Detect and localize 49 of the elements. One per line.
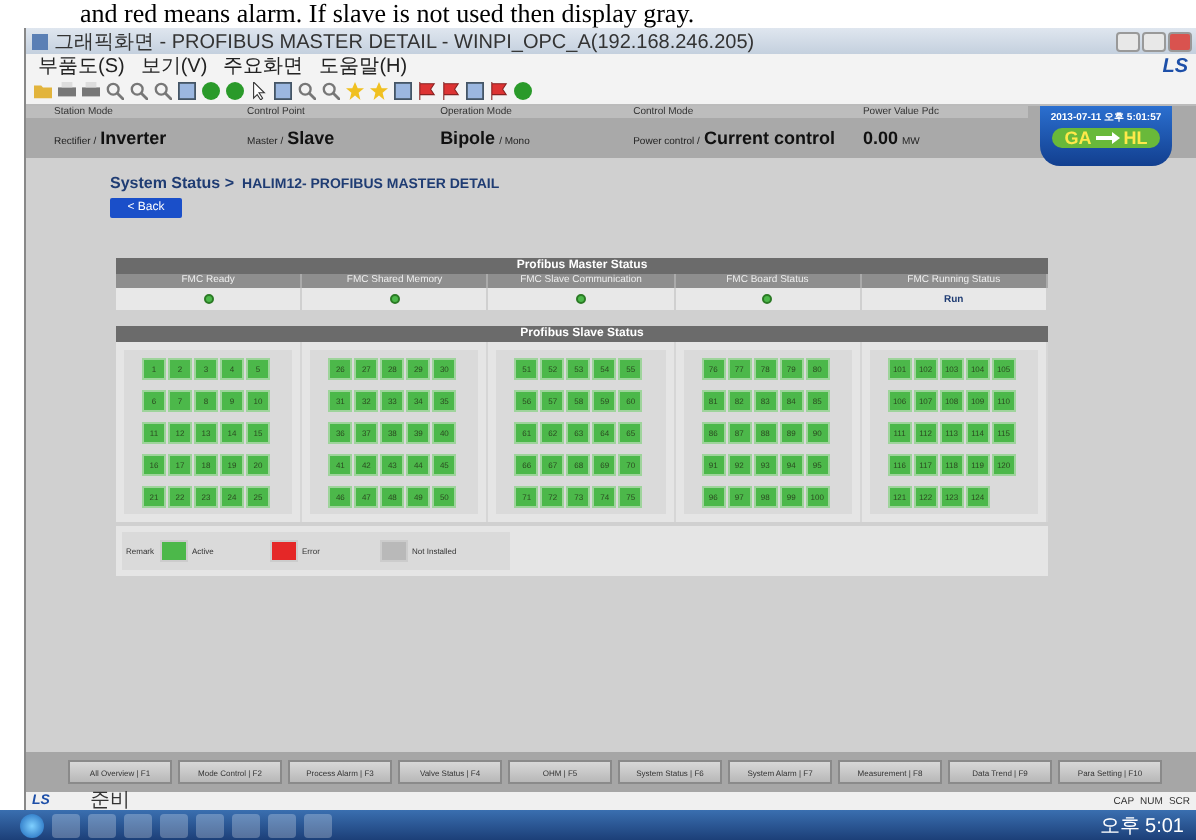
- taskbar-app-icon[interactable]: [232, 813, 260, 837]
- menu-item[interactable]: 보기(V): [140, 52, 208, 80]
- window-icon[interactable]: [178, 82, 196, 100]
- close-button[interactable]: [1168, 31, 1192, 51]
- magnifier-icon[interactable]: [298, 82, 316, 100]
- field-value: Bipole: [440, 128, 496, 148]
- taskbar-app-icon[interactable]: [88, 813, 116, 837]
- menu-item[interactable]: 부품도(S): [38, 52, 125, 80]
- taskbar-app-icon[interactable]: [160, 813, 188, 837]
- star-icon[interactable]: [346, 82, 364, 100]
- taskbar-app-icon[interactable]: [124, 813, 152, 837]
- window-icon[interactable]: [274, 82, 292, 100]
- window-icon[interactable]: [394, 82, 412, 100]
- maximize-button[interactable]: [1142, 31, 1166, 51]
- flag-icon[interactable]: [490, 82, 508, 100]
- breadcrumb-section[interactable]: System Status >: [110, 174, 235, 192]
- arrow-icon: [1095, 132, 1120, 144]
- brand-logo: LS: [1162, 55, 1190, 77]
- app-icon: [32, 33, 48, 49]
- cursor-icon[interactable]: [250, 82, 268, 100]
- field-value: Current control: [703, 128, 835, 148]
- taskbar-app-icon[interactable]: [196, 813, 224, 837]
- taskbar-clock: 오후 5:01: [1099, 813, 1186, 839]
- field-value: Inverter: [100, 128, 167, 148]
- flag-icon[interactable]: [442, 82, 460, 100]
- route-destination: HL: [1123, 128, 1148, 148]
- route-origin: GA: [1064, 128, 1092, 148]
- taskbar-app-icon[interactable]: [268, 813, 296, 837]
- window-icon[interactable]: [466, 82, 484, 100]
- window-title: 그래픽화면 - PROFIBUS MASTER DETAIL - WINPI_OPC_A(192.168.246.205): [54, 29, 755, 55]
- menu-item[interactable]: 주요화면: [223, 52, 304, 80]
- start-button[interactable]: [20, 813, 44, 837]
- folder-icon[interactable]: [34, 82, 52, 100]
- taskbar-app-icon[interactable]: [304, 813, 332, 837]
- magnifier-icon[interactable]: [106, 82, 124, 100]
- minimize-button[interactable]: [1116, 31, 1140, 51]
- field-value: Slave: [287, 128, 335, 148]
- menu-item[interactable]: 도움말(H): [319, 52, 408, 80]
- printer-icon[interactable]: [82, 82, 100, 100]
- status-message: 준비: [89, 792, 130, 810]
- flag-icon[interactable]: [418, 82, 436, 100]
- star-icon[interactable]: [370, 82, 388, 100]
- magnifier-icon[interactable]: [154, 82, 172, 100]
- printer-icon[interactable]: [58, 82, 76, 100]
- round-button-icon[interactable]: [514, 82, 532, 100]
- magnifier-icon[interactable]: [130, 82, 148, 100]
- field-value: 0.00: [862, 128, 898, 148]
- caption-text: and red means alarm. If slave is not used then display gray.: [78, 0, 697, 28]
- magnifier-icon[interactable]: [322, 82, 340, 100]
